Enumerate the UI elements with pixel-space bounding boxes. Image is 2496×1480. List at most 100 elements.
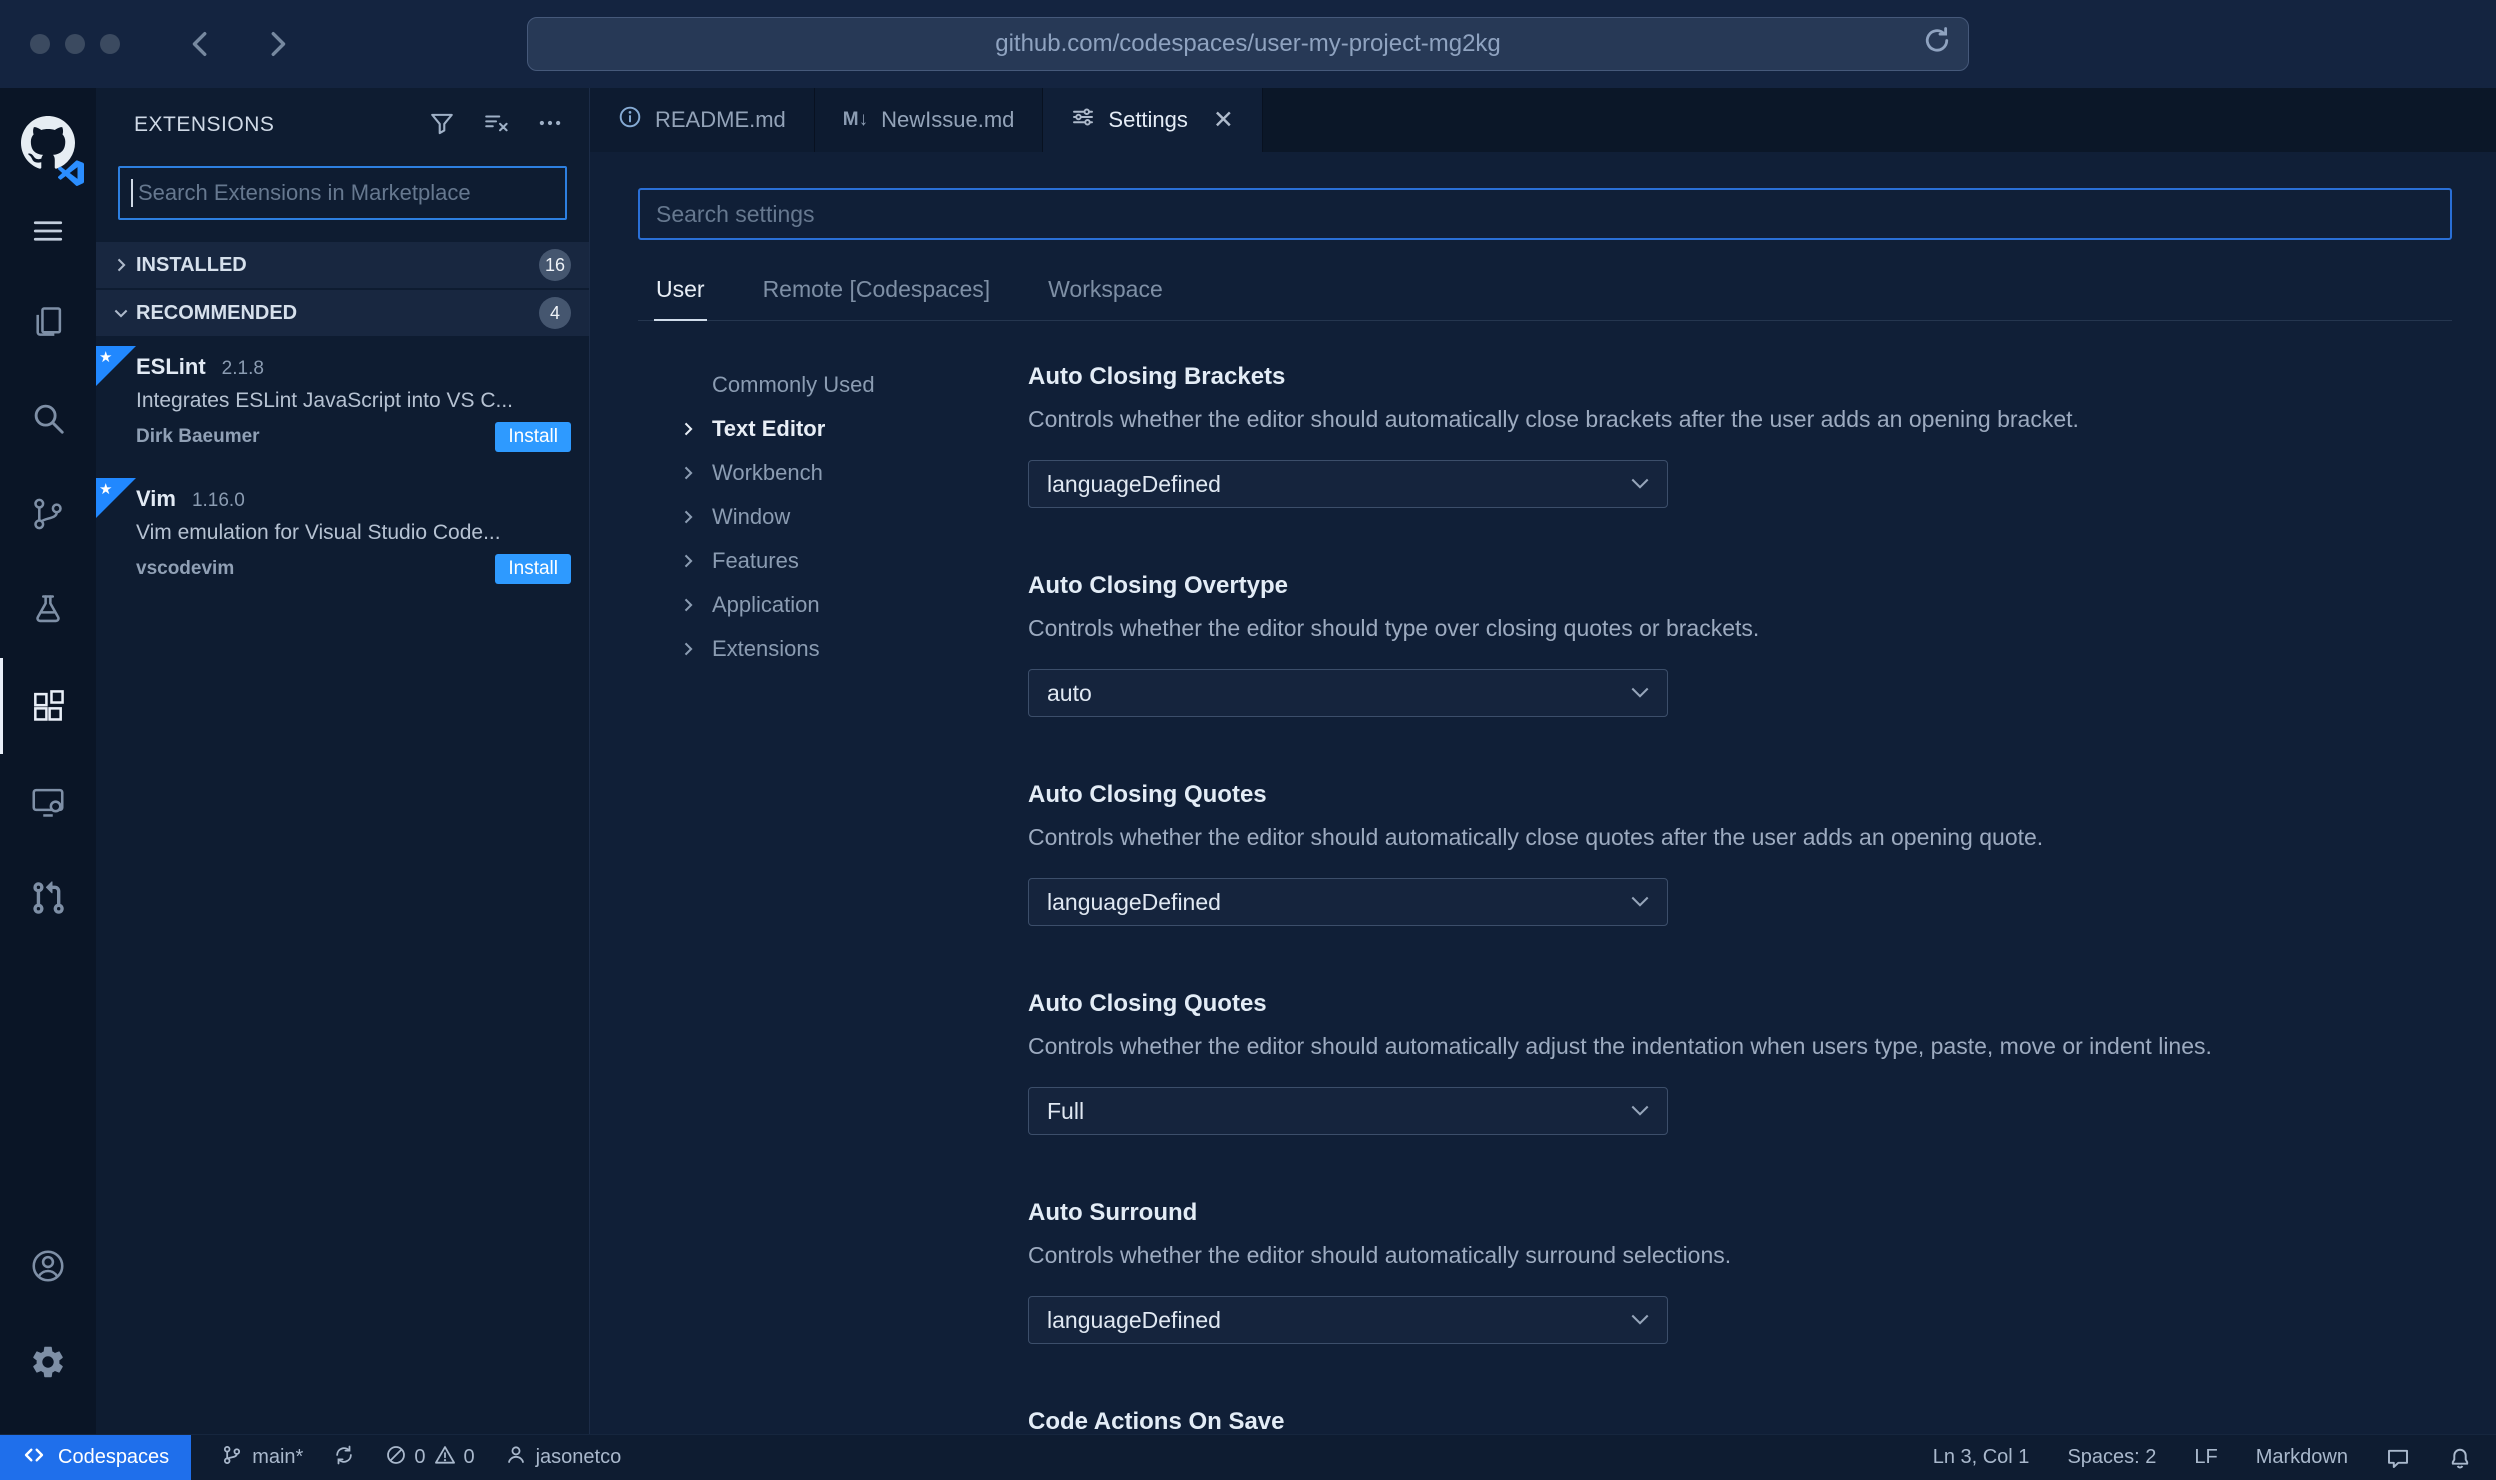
- extension-version: 2.1.8: [221, 358, 264, 379]
- scope-tab-user[interactable]: User: [654, 262, 707, 321]
- tab-label: NewIssue.md: [881, 107, 1015, 132]
- codespaces-status-button[interactable]: Codespaces: [0, 1435, 192, 1480]
- setting-value-dropdown[interactable]: languageDefined: [1028, 1296, 1668, 1344]
- account-status[interactable]: jasonetco: [505, 1444, 621, 1472]
- sidebar-title: EXTENSIONS: [134, 113, 275, 136]
- setting-value-dropdown[interactable]: languageDefined: [1028, 878, 1668, 926]
- toc-item-workbench[interactable]: Workbench: [678, 451, 1028, 495]
- refresh-icon[interactable]: [1922, 26, 1952, 63]
- search-icon[interactable]: [0, 370, 96, 466]
- language-mode[interactable]: Markdown: [2256, 1446, 2348, 1469]
- activity-bar: [0, 88, 96, 1434]
- more-actions-icon[interactable]: [537, 110, 563, 141]
- codespaces-icon: [22, 1443, 46, 1473]
- eol-indicator[interactable]: LF: [2194, 1446, 2217, 1469]
- settings-search-input[interactable]: [638, 188, 2452, 240]
- remote-explorer-icon[interactable]: [0, 754, 96, 850]
- extension-publisher: vscodevim: [136, 558, 235, 579]
- notifications-bell-icon[interactable]: [2448, 1446, 2472, 1470]
- extension-list-item[interactable]: ★ ESLint 2.1.8 Integrates ESLint JavaScr…: [96, 338, 589, 470]
- setting-auto-indent: Auto Closing Quotes Controls whether the…: [1028, 990, 2452, 1135]
- settings-editor: User Remote [Codespaces] Workspace Commo…: [590, 152, 2496, 1434]
- source-control-icon[interactable]: [0, 466, 96, 562]
- back-button[interactable]: [186, 29, 216, 59]
- explorer-icon[interactable]: [0, 274, 96, 370]
- toc-item-commonly-used[interactable]: Commonly Used: [678, 363, 1028, 407]
- toc-item-text-editor[interactable]: Text Editor: [678, 407, 1028, 451]
- cursor-position[interactable]: Ln 3, Col 1: [1933, 1446, 2030, 1469]
- extension-list-item[interactable]: ★ Vim 1.16.0 Vim emulation for Visual St…: [96, 470, 589, 602]
- setting-auto-closing-quotes: Auto Closing Quotes Controls whether the…: [1028, 781, 2452, 926]
- clear-search-results-icon[interactable]: [483, 110, 509, 141]
- setting-description: Controls whether the editor should autom…: [1028, 1033, 2212, 1059]
- toc-item-application[interactable]: Application: [678, 583, 1028, 627]
- chevron-down-icon: [1631, 478, 1649, 490]
- editor-area: README.md M↓ NewIssue.md Settings ✕ Sear…: [590, 88, 2496, 1434]
- setting-title: Auto Closing Overtype: [1028, 572, 1289, 599]
- extension-version: 1.16.0: [191, 490, 245, 511]
- extensions-sidebar: EXTENSIONS Search Extensions in Marketpl…: [96, 88, 590, 1434]
- setting-value-dropdown[interactable]: auto: [1028, 669, 1668, 717]
- setting-auto-closing-brackets: Auto Closing Brackets Controls whether t…: [1028, 363, 2452, 508]
- url-text: github.com/codespaces/user-my-project-mg…: [995, 30, 1501, 57]
- tab-label: Settings: [1108, 107, 1188, 132]
- chevron-down-icon: [1631, 687, 1649, 699]
- star-icon: ★: [99, 481, 113, 498]
- section-recommended[interactable]: RECOMMENDED 4: [96, 290, 589, 336]
- toc-item-window[interactable]: Window: [678, 495, 1028, 539]
- tab-readme[interactable]: README.md: [590, 88, 815, 152]
- tab-newissue[interactable]: M↓ NewIssue.md: [814, 88, 1044, 152]
- info-icon: [618, 105, 642, 135]
- maximize-window-button[interactable]: [100, 34, 120, 54]
- setting-value-dropdown[interactable]: Full: [1028, 1087, 1668, 1135]
- setting-description: Controls whether the editor should autom…: [1028, 406, 2079, 432]
- problems-indicator[interactable]: 0 0: [385, 1444, 475, 1472]
- feedback-icon[interactable]: [2386, 1446, 2410, 1470]
- scope-tab-remote[interactable]: Remote [Codespaces]: [761, 262, 993, 320]
- error-icon: [385, 1444, 407, 1472]
- person-icon: [505, 1444, 527, 1472]
- close-window-button[interactable]: [30, 34, 50, 54]
- account-icon[interactable]: [0, 1218, 96, 1314]
- setting-value-dropdown[interactable]: languageDefined: [1028, 460, 1668, 508]
- toc-item-features[interactable]: Features: [678, 539, 1028, 583]
- pull-request-icon[interactable]: [0, 850, 96, 946]
- menu-icon[interactable]: [0, 188, 96, 274]
- setting-description: Controls whether the editor should autom…: [1028, 824, 2044, 850]
- chevron-down-icon: [1631, 896, 1649, 908]
- install-button[interactable]: Install: [495, 554, 571, 584]
- close-tab-icon[interactable]: ✕: [1213, 107, 1234, 133]
- branch-indicator[interactable]: main*: [221, 1444, 303, 1472]
- forward-button[interactable]: [262, 29, 292, 59]
- settings-editor-icon: [1071, 105, 1095, 135]
- test-beaker-icon[interactable]: [0, 562, 96, 658]
- scope-tab-workspace[interactable]: Workspace: [1046, 262, 1165, 320]
- tab-settings[interactable]: Settings ✕: [1043, 88, 1263, 152]
- branch-icon: [221, 1444, 243, 1472]
- sync-button[interactable]: [333, 1444, 355, 1472]
- app-window: github.com/codespaces/user-my-project-mg…: [0, 0, 2496, 1480]
- filter-icon[interactable]: [429, 110, 455, 141]
- star-icon: ★: [99, 349, 113, 366]
- section-installed[interactable]: INSTALLED 16: [96, 242, 589, 288]
- main-area: EXTENSIONS Search Extensions in Marketpl…: [0, 88, 2496, 1434]
- toc-item-extensions[interactable]: Extensions: [678, 627, 1028, 671]
- settings-list: Auto Closing Brackets Controls whether t…: [1028, 363, 2452, 1434]
- indentation-indicator[interactable]: Spaces: 2: [2067, 1446, 2156, 1469]
- settings-gear-icon[interactable]: [0, 1314, 96, 1410]
- section-label: INSTALLED: [136, 253, 247, 276]
- install-button[interactable]: Install: [495, 422, 571, 452]
- status-bar: Codespaces main* 0 0 jasonetco Ln 3, Col…: [0, 1434, 2496, 1480]
- extensions-search-input[interactable]: [118, 166, 567, 220]
- minimize-window-button[interactable]: [65, 34, 85, 54]
- window-controls: [30, 34, 120, 54]
- extensions-icon[interactable]: [0, 658, 96, 754]
- github-codespaces-logo: [0, 102, 96, 188]
- recommended-count-badge: 4: [539, 297, 571, 329]
- chevron-right-icon: [678, 595, 700, 615]
- chevron-down-icon: [1631, 1314, 1649, 1326]
- extension-description: Vim emulation for Visual Studio Code...: [136, 521, 501, 544]
- setting-auto-closing-overtype: Auto Closing Overtype Controls whether t…: [1028, 572, 2452, 717]
- address-bar[interactable]: github.com/codespaces/user-my-project-mg…: [527, 17, 1969, 71]
- text-caret: [131, 179, 133, 207]
